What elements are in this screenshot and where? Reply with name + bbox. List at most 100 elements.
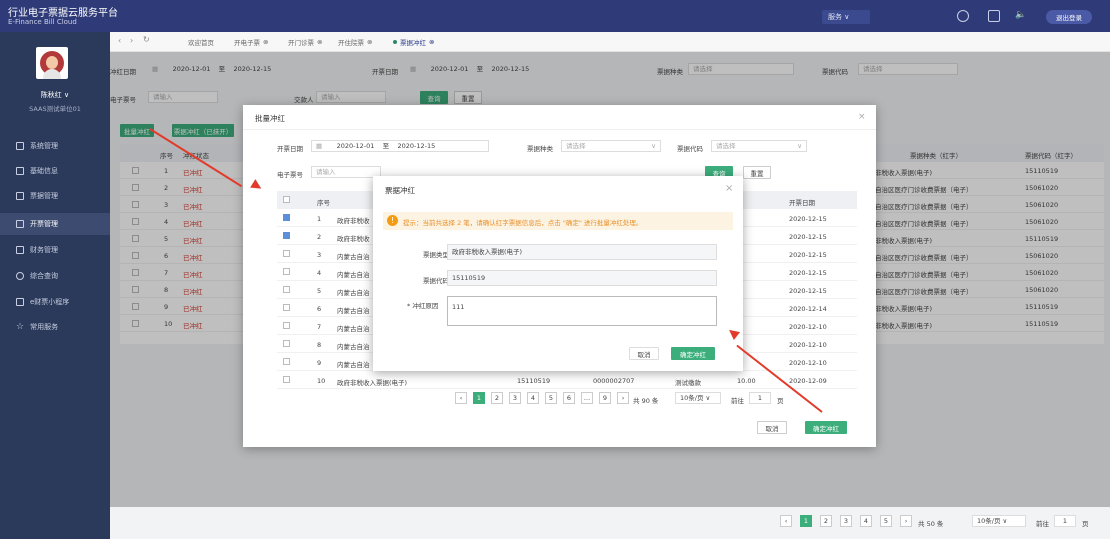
message-icon[interactable] <box>988 10 1000 22</box>
page-button[interactable]: 6 <box>563 392 575 404</box>
sidebar-item-label: 常用服务 <box>30 323 59 331</box>
page-button[interactable]: 9 <box>599 392 611 404</box>
total-count: 共 90 条 <box>633 397 659 405</box>
row-date: 2020-12-15 <box>789 233 827 241</box>
page-unit: 页 <box>777 397 784 405</box>
bg-pagination: ‹ 1 2 3 4 5 › 共 50 条 10条/页 ∨ 前往 1 页 <box>780 513 1110 529</box>
row-checkbox[interactable] <box>283 376 290 383</box>
cancel-button[interactable]: 取消 <box>629 347 659 360</box>
row-no: 1 <box>317 215 322 223</box>
row-checkbox[interactable] <box>283 304 290 311</box>
service-dropdown[interactable]: 服务 ∨ <box>822 10 870 24</box>
row-checkbox[interactable] <box>283 286 290 293</box>
prev-page-button[interactable]: ‹ <box>455 392 467 404</box>
filter-label: 票据种类 <box>527 145 553 153</box>
row-no: 9 <box>317 359 322 367</box>
page-button[interactable]: 5 <box>880 515 892 527</box>
modal1-close-icon[interactable]: × <box>858 112 866 122</box>
sound-icon[interactable]: 🔈 <box>1015 10 1029 22</box>
sidebar-item-basic[interactable]: 基础信息 <box>0 160 110 182</box>
sidebar-item-system[interactable]: 系统管理 <box>0 135 110 157</box>
modal1-confirm-button[interactable]: 确定冲红 <box>805 421 847 434</box>
red-reversal-modal: 票据冲红 × ! 提示：当前共选择 2 笔，请确认红字票据信息后，点击 "确定"… <box>373 176 743 371</box>
page-ellipsis[interactable]: … <box>581 392 593 404</box>
modal-number-input[interactable]: 请输入 <box>311 166 381 178</box>
row-date: 2020-12-15 <box>789 269 827 277</box>
total-count: 共 50 条 <box>918 520 944 528</box>
tab-red-reversal[interactable]: 票据冲红 ⊗ <box>393 36 434 48</box>
sidebar-item-invoicing[interactable]: 开票管理 <box>0 213 110 235</box>
row-checkbox[interactable] <box>283 358 290 365</box>
page-button[interactable]: 5 <box>545 392 557 404</box>
nav-back-icon[interactable]: ‹ <box>118 36 121 45</box>
select-all-checkbox[interactable] <box>283 196 290 203</box>
page-button[interactable]: 3 <box>840 515 852 527</box>
sidebar-item-bills[interactable]: 票据管理 <box>0 185 110 207</box>
row-date: 2020-12-10 <box>789 323 827 331</box>
goto-input[interactable]: 1 <box>749 392 771 404</box>
nav-forward-icon[interactable]: › <box>130 36 133 45</box>
sidebar-item-common[interactable]: ☆ 常用服务 <box>0 316 110 338</box>
sidebar-item-finance[interactable]: 财务管理 <box>0 239 110 261</box>
tab-inpatient[interactable]: 开住院票 ⊗ <box>338 36 372 48</box>
modal-title: 票据冲红 <box>385 186 415 195</box>
close-icon: ⊗ <box>429 38 435 46</box>
info-icon <box>16 167 24 175</box>
next-page-button[interactable]: › <box>617 392 629 404</box>
search-icon[interactable] <box>957 10 969 22</box>
tab-welcome[interactable]: 欢迎首页 <box>188 36 214 48</box>
row-no: 10 <box>317 377 326 385</box>
confirm-red-button[interactable]: 确定冲红 <box>671 347 715 360</box>
field-label: * 冲红原因 <box>407 302 439 310</box>
page-button[interactable]: 2 <box>491 392 503 404</box>
close-icon: ⊗ <box>367 38 373 46</box>
sidebar-item-query[interactable]: 综合查询 <box>0 265 110 287</box>
per-page-select[interactable]: 10条/页 ∨ <box>675 392 721 404</box>
page-button[interactable]: 1 <box>800 515 812 527</box>
row-name: 内蒙古自治 <box>337 325 370 333</box>
bill-type-field: 政府非税收入票据(电子) <box>447 244 717 260</box>
page-button[interactable]: 4 <box>527 392 539 404</box>
row-no: 2 <box>317 233 322 241</box>
row-checkbox[interactable] <box>283 268 290 275</box>
page-button[interactable]: 2 <box>820 515 832 527</box>
goto-input[interactable]: 1 <box>1054 515 1076 527</box>
modal-type-select[interactable]: 请选择 ∨ <box>561 140 661 152</box>
modal-reset-button[interactable]: 重置 <box>743 166 771 179</box>
field-label: 票据类型 <box>423 251 449 259</box>
row-checkbox[interactable] <box>283 232 290 239</box>
sidebar-item-label: 系统管理 <box>30 142 58 150</box>
modal-table-row[interactable]: 10 政府非税收入票据(电子) 2020-12-09 15110519 00000027… <box>277 371 857 389</box>
page-button[interactable]: 1 <box>473 392 485 404</box>
row-name: 政府非税收 <box>337 217 370 225</box>
tab-e-bill[interactable]: 开电子票 ⊗ <box>234 36 268 48</box>
modal1-cancel-button[interactable]: 取消 <box>757 421 787 434</box>
page-button[interactable]: 3 <box>509 392 521 404</box>
modal-code-select[interactable]: 请选择 ∨ <box>711 140 807 152</box>
close-icon[interactable]: × <box>725 183 733 194</box>
row-checkbox[interactable] <box>283 340 290 347</box>
tab-outpatient[interactable]: 开门诊票 ⊗ <box>288 36 322 48</box>
app-title: 行业电子票据云服务平台 <box>8 8 118 19</box>
row-checkbox[interactable] <box>283 322 290 329</box>
refresh-icon[interactable]: ↻ <box>143 35 150 44</box>
per-page-select[interactable]: 10条/页 ∨ <box>972 515 1026 527</box>
row-checkbox[interactable] <box>283 250 290 257</box>
row-name: 内蒙古自治 <box>337 307 370 315</box>
reason-textarea[interactable]: 111 <box>447 296 717 326</box>
close-icon: ⊗ <box>317 38 323 46</box>
next-page-button[interactable]: › <box>900 515 912 527</box>
field-label: 票据代码 <box>423 277 449 285</box>
page-button[interactable]: 4 <box>860 515 872 527</box>
modal-pagination: ‹ 1 2 3 4 5 6 … 9 › 共 90 条 10条/页 ∨ 前往 1 … <box>455 390 815 406</box>
sidebar-item-miniapp[interactable]: e财票小程序 <box>0 291 110 313</box>
row-no: 7 <box>317 323 322 331</box>
logout-button[interactable]: 退出登录 <box>1046 10 1092 24</box>
row-no: 5 <box>317 287 322 295</box>
row-checkbox[interactable] <box>283 214 290 221</box>
active-dot <box>393 40 397 44</box>
modal-date-range[interactable]: ▦ 2020-12-01 至 2020-12-15 <box>311 140 489 152</box>
prev-page-button[interactable]: ‹ <box>780 515 792 527</box>
column-header: 序号 <box>317 199 330 207</box>
user-name[interactable]: 陈秋红 ∨ <box>0 90 110 100</box>
